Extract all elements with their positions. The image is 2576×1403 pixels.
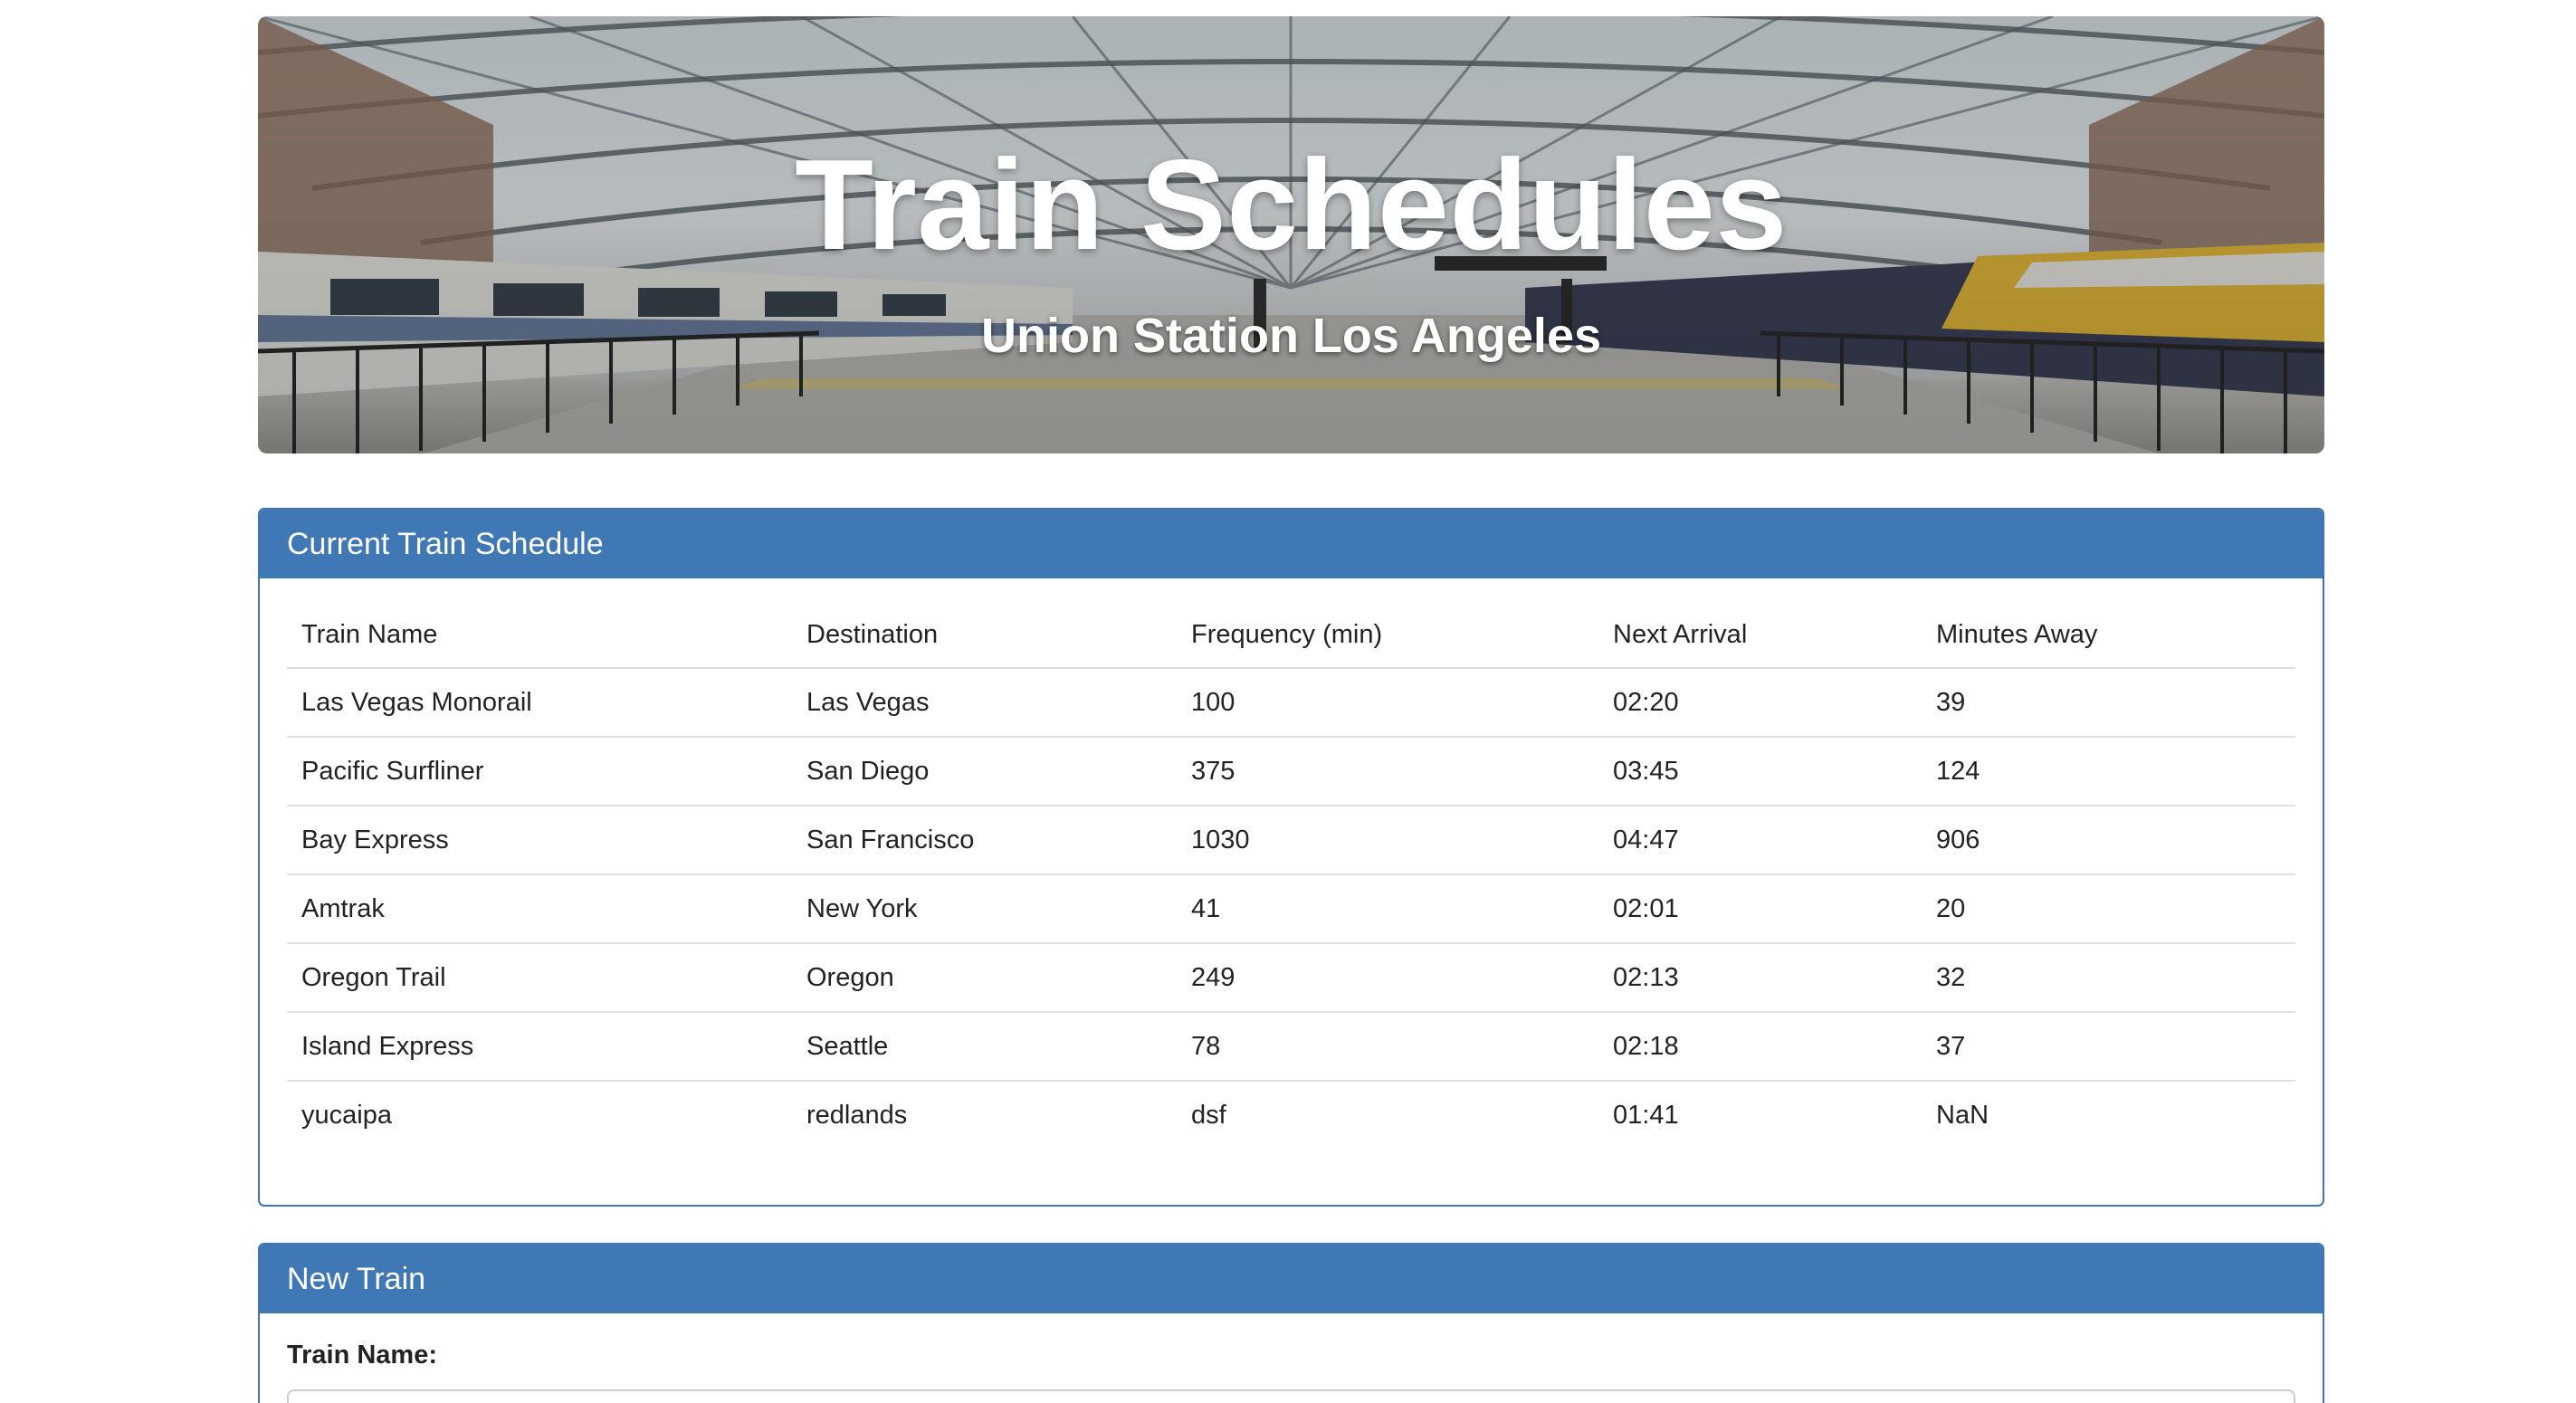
page-title: Train Schedules — [795, 133, 1788, 277]
cell-destination: Las Vegas — [806, 687, 930, 717]
schedule-table: Train Name Destination Frequency (min) N… — [287, 602, 2295, 1149]
cell-train-name: Oregon Trail — [287, 942, 792, 1012]
cell-train-name: Bay Express — [287, 805, 792, 874]
new-train-panel-title: New Train — [287, 1262, 426, 1296]
cell-frequency: 41 — [1177, 873, 1598, 943]
table-row: Pacific Surfliner San Diego 375 03:45 12… — [287, 736, 2295, 806]
column-header-destination: Destination — [792, 602, 1177, 669]
table-row: yucaipa redlands dsf 01:41 NaN — [287, 1080, 2295, 1149]
hero-banner: Train Schedules Union Station Los Angele… — [258, 16, 2324, 453]
column-header-minutes-away: Minutes Away — [1922, 602, 2295, 669]
column-header-next-arrival: Next Arrival — [1598, 602, 1922, 669]
cell-frequency: 100 — [1191, 687, 1236, 717]
cell-train-name: Amtrak — [287, 873, 792, 943]
cell-train-name: yucaipa — [287, 1080, 792, 1149]
cell-frequency: 1030 — [1177, 805, 1598, 874]
cell-destination: redlands — [792, 1080, 1177, 1149]
cell-minutes-away: 20 — [1922, 873, 2295, 943]
cell-minutes-away: 906 — [1922, 805, 2295, 874]
schedule-table-wrapper: Train Name Destination Frequency (min) N… — [260, 602, 2323, 1149]
schedule-panel: Current Train Schedule Train Name Destin… — [258, 508, 2324, 1207]
cell-train-name: Island Express — [287, 1011, 792, 1081]
cell-frequency: 249 — [1177, 942, 1598, 1012]
train-name-label: Train Name: — [287, 1341, 437, 1370]
page-subtitle: Union Station Los Angeles — [980, 309, 1602, 363]
new-train-panel: New Train Train Name: — [258, 1243, 2324, 1403]
cell-next-arrival: 03:45 — [1598, 736, 1922, 806]
table-header-row: Train Name Destination Frequency (min) N… — [287, 602, 2295, 669]
page: Train Schedules Union Station Los Angele… — [0, 0, 2576, 1403]
cell-train-name: Pacific Surfliner — [287, 736, 792, 806]
new-train-form: Train Name: — [260, 1342, 2323, 1403]
cell-destination: Seattle — [792, 1011, 1177, 1081]
schedule-panel-title: Current Train Schedule — [287, 527, 604, 561]
cell-destination: New York — [792, 873, 1177, 943]
table-row: Island Express Seattle 78 02:18 37 — [287, 1011, 2295, 1081]
cell-next-arrival: 02:13 — [1598, 942, 1922, 1012]
schedule-panel-heading: Current Train Schedule — [260, 510, 2323, 578]
cell-minutes-away: 32 — [1922, 942, 2295, 1012]
cell-destination: San Diego — [792, 736, 1177, 806]
cell-train-name: Las Vegas Monorail — [301, 687, 532, 717]
table-row: Bay Express San Francisco 1030 04:47 906 — [287, 805, 2295, 874]
cell-frequency: 375 — [1177, 736, 1598, 806]
cell-frequency: 78 — [1177, 1011, 1598, 1081]
cell-minutes-away: 39 — [1936, 687, 1966, 717]
cell-minutes-away: 124 — [1922, 736, 2295, 806]
new-train-panel-heading: New Train — [260, 1245, 2323, 1313]
column-header-train-name: Train Name — [287, 602, 792, 669]
table-row: Las Vegas Monorail Las Vegas 100 02:20 3… — [287, 668, 2295, 737]
cell-destination: San Francisco — [792, 805, 1177, 874]
cell-minutes-away: NaN — [1922, 1080, 2295, 1149]
cell-frequency: dsf — [1177, 1080, 1598, 1149]
cell-next-arrival: 02:01 — [1598, 873, 1922, 943]
train-name-input[interactable] — [287, 1389, 2295, 1403]
cell-next-arrival: 02:18 — [1598, 1011, 1922, 1081]
cell-minutes-away: 37 — [1922, 1011, 2295, 1081]
cell-next-arrival: 04:47 — [1598, 805, 1922, 874]
table-row: Oregon Trail Oregon 249 02:13 32 — [287, 942, 2295, 1012]
cell-next-arrival: 01:41 — [1598, 1080, 1922, 1149]
table-row: Amtrak New York 41 02:01 20 — [287, 873, 2295, 943]
cell-next-arrival: 02:20 — [1613, 687, 1679, 717]
cell-destination: Oregon — [792, 942, 1177, 1012]
column-header-frequency: Frequency (min) — [1177, 602, 1598, 669]
